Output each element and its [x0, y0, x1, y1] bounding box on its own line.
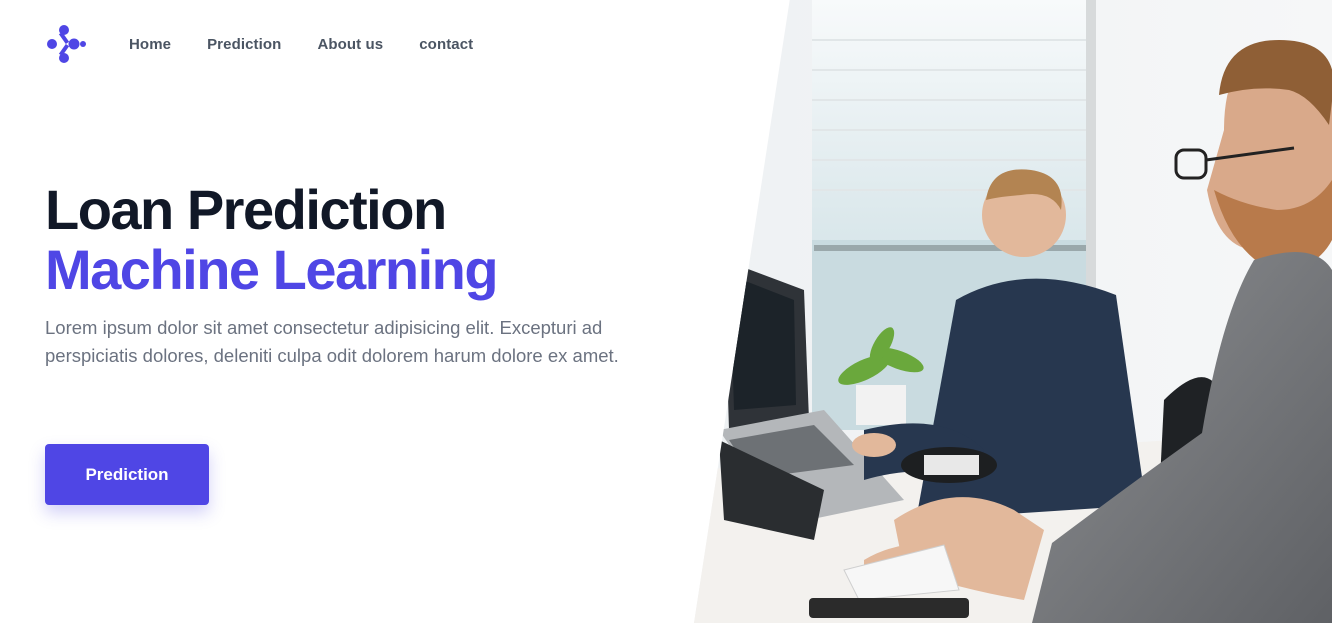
- hero-photo: [694, 0, 1332, 623]
- hero-title: Loan Prediction Machine Learning: [45, 180, 645, 300]
- nav-home-link[interactable]: Home: [129, 36, 171, 53]
- hero-section: Loan Prediction Machine Learning Lorem i…: [45, 180, 645, 389]
- molecule-logo-icon[interactable]: [45, 23, 87, 65]
- nav-prediction-link[interactable]: Prediction: [207, 36, 281, 53]
- prediction-button[interactable]: Prediction: [45, 444, 209, 505]
- nav-contact-link[interactable]: contact: [419, 36, 473, 53]
- hero-title-line1: Loan Prediction: [45, 178, 447, 241]
- nav-about-link[interactable]: About us: [317, 36, 383, 53]
- hero-title-line2: Machine Learning: [45, 238, 499, 301]
- hero-description: Lorem ipsum dolor sit amet consectetur a…: [45, 317, 619, 366]
- top-nav: Home Prediction About us contact: [45, 22, 509, 66]
